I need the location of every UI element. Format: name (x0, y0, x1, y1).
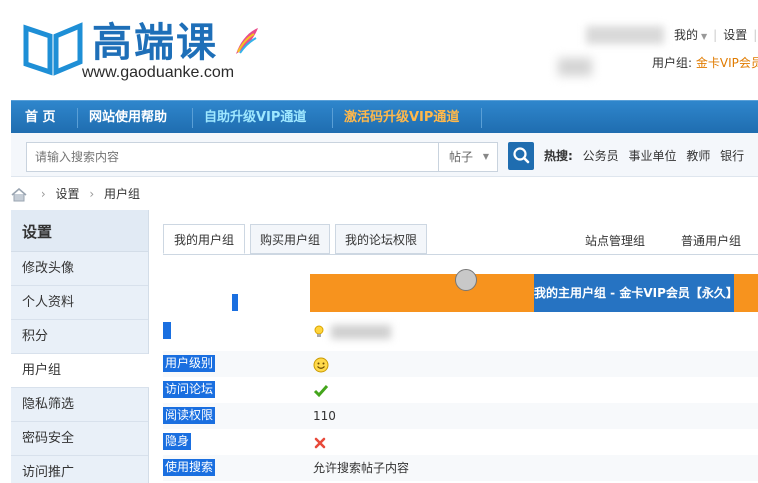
hot-search-label: 热搜: (544, 149, 573, 163)
row-key: 阅读权限 (163, 407, 216, 424)
table-row: 阅读权限 110 (163, 403, 758, 429)
page: 高端课 www.gaoduanke.com 我的 ▼ | 设置 | 用户组: 金卡VIP… (0, 0, 758, 483)
hot-keyword-link[interactable]: 公务员 (583, 149, 619, 163)
caret-down-icon: ▼ (701, 32, 708, 41)
search-bar: 帖子 ▼ 热搜: 公务员 事业单位 教师 银行 (11, 133, 758, 177)
blurred-username (586, 26, 664, 44)
hot-search: 热搜: 公务员 事业单位 教师 银行 (544, 142, 750, 170)
sidebar-item-privacy[interactable]: 隐私筛选 (11, 388, 148, 422)
selection-marker (232, 294, 238, 311)
nav-item-code-upgrade-vip[interactable]: 激活码升级VIP通道 (344, 101, 459, 134)
tab-underline (163, 254, 758, 255)
cursor-marker (455, 269, 477, 291)
user-menu: 我的 ▼ | 设置 | (674, 26, 758, 43)
chevron-down-icon: ▼ (482, 152, 489, 161)
sidebar-item-profile[interactable]: 个人资料 (11, 286, 148, 320)
my-menu-link[interactable]: 我的 ▼ (674, 26, 707, 43)
breadcrumb-item-settings[interactable]: 设置 (55, 187, 79, 201)
breadcrumb: › 设置 › 用户组 (11, 184, 140, 204)
table-row: 隐身 (163, 429, 758, 455)
tab-forum-permissions[interactable]: 我的论坛权限 (335, 224, 427, 254)
tab-buy-usergroup[interactable]: 购买用户组 (250, 224, 330, 254)
blurred-value (331, 324, 391, 339)
tab-my-usergroup[interactable]: 我的用户组 (163, 224, 245, 254)
row-value: 允许搜索帖子内容 (313, 461, 410, 475)
brand-name[interactable]: 高端课 (92, 10, 218, 68)
group-header: 我的主用户组 - 金卡VIP会员【永久】 (534, 274, 738, 312)
group-header-accent (310, 274, 534, 312)
main-nav: 首 页 网站使用帮助 自助升级VIP通道 激活码升级VIP通道 (11, 100, 758, 133)
hot-keyword-link[interactable]: 事业单位 (628, 149, 676, 163)
sidebar-item-avatar[interactable]: 修改头像 (11, 252, 148, 286)
row-key: 隐身 (163, 433, 192, 450)
row-value (313, 318, 391, 344)
divider: | (753, 28, 758, 42)
nav-item-home[interactable]: 首 页 (25, 101, 56, 134)
book-logo-icon[interactable] (22, 22, 84, 76)
sidebar-item-promotion[interactable]: 访问推广 (11, 456, 148, 483)
table-row (163, 318, 758, 344)
main-content: 我的用户组 购买用户组 我的论坛权限 站点管理组 普通用户组 我的主用户组 - … (150, 210, 758, 483)
nav-divider (332, 108, 333, 128)
row-value: 110 (313, 409, 336, 423)
nav-item-self-upgrade-vip[interactable]: 自助升级VIP通道 (204, 101, 306, 134)
row-key: 使用搜索 (163, 459, 216, 476)
feather-icon (236, 28, 258, 54)
lightbulb-icon (314, 325, 324, 337)
table-row: 用户级别 (163, 351, 758, 377)
row-key: 访问论坛 (163, 381, 216, 398)
blurred-avatar (558, 58, 592, 76)
sidebar-item-credits[interactable]: 积分 (11, 320, 148, 354)
nav-divider (192, 108, 193, 128)
usergroup-value-link[interactable]: 金卡VIP会员 (696, 56, 758, 70)
nav-item-help[interactable]: 网站使用帮助 (89, 101, 167, 134)
search-input[interactable] (26, 142, 440, 172)
hot-keyword-link[interactable]: 银行 (720, 149, 744, 163)
cross-icon (314, 437, 326, 448)
usergroup-info: 用户组: 金卡VIP会员 (652, 54, 758, 71)
row-value (313, 377, 329, 403)
group-header-accent (734, 274, 758, 312)
check-icon (313, 384, 329, 397)
settings-link[interactable]: 设置 (723, 26, 747, 43)
table-row: 访问论坛 (163, 377, 758, 403)
hot-keyword-link[interactable]: 教师 (686, 149, 710, 163)
row-key: 用户级别 (163, 355, 216, 372)
settings-sidebar: 设置 修改头像 个人资料 积分 用户组 隐私筛选 密码安全 访问推广 (11, 210, 149, 483)
row-key-marker (163, 322, 171, 339)
brand-url: www.gaoduanke.com (82, 64, 235, 81)
smiley-icon (313, 357, 329, 372)
tab-site-admin-group[interactable]: 站点管理组 (585, 232, 645, 249)
sidebar-item-usergroup[interactable]: 用户组 (11, 354, 149, 388)
table-row: 使用搜索 允许搜索帖子内容 (163, 455, 758, 481)
breadcrumb-item-usergroup[interactable]: 用户组 (104, 187, 140, 201)
search-scope-select[interactable]: 帖子 ▼ (438, 142, 498, 172)
site-header: 高端课 www.gaoduanke.com 我的 ▼ | 设置 | 用户组: 金卡VIP… (0, 0, 758, 100)
usergroup-label: 用户组: (652, 56, 693, 70)
chevron-right-icon: › (40, 187, 46, 201)
chevron-right-icon: › (89, 187, 95, 201)
row-value (313, 429, 327, 455)
search-button[interactable] (508, 142, 534, 170)
search-icon (513, 147, 530, 164)
nav-divider (77, 108, 78, 128)
search-scope-value: 帖子 (449, 150, 474, 164)
sidebar-item-password[interactable]: 密码安全 (11, 422, 148, 456)
nav-divider (481, 108, 482, 128)
divider: | (713, 28, 718, 42)
row-value (313, 351, 329, 377)
home-icon[interactable] (11, 187, 27, 202)
my-menu-label: 我的 (674, 28, 699, 42)
tab-normal-user-group[interactable]: 普通用户组 (681, 232, 741, 249)
sidebar-title: 设置 (11, 210, 148, 252)
